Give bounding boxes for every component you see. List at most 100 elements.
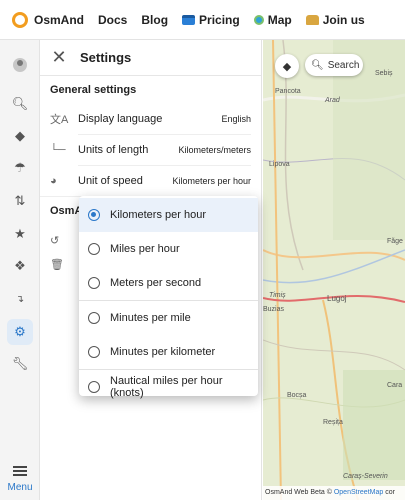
nav-pricing[interactable]: Pricing [182,13,240,27]
speed-option-label: Miles per hour [110,243,180,255]
settings-title: Settings [80,50,132,65]
nav-docs-label: Docs [98,12,128,27]
map-search-label: Search [327,59,360,71]
favorites-rail-button[interactable]: ★ [0,221,40,247]
units-of-length-label: Units of length [78,144,149,156]
account-icon [13,58,27,72]
layers-icon: ◆ [282,60,292,73]
speed-option-min-per-mile[interactable]: Minutes per mile [79,301,258,335]
favorites-icon: ★ [14,226,26,241]
units-of-length-value: Kilometers/meters [178,145,251,155]
radio-unselected-icon [88,312,100,324]
nav-join-us-label: Join us [322,12,365,27]
map-view[interactable]: ◆ 🔍︎ Search Pancota Arad Sebiș Lipova Fă… [263,40,405,500]
search-rail-button[interactable]: 🔍︎ [0,91,40,117]
attribution-suffix: cor [383,489,395,496]
town-label: Cara [387,382,403,389]
navigation-icon: ❖ [14,258,26,273]
search-icon: 🔍︎ [11,96,29,111]
speed-option-label: Meters per second [110,277,202,289]
nav-blog[interactable]: Blog [141,13,168,27]
town-label: Arad [325,97,340,104]
card-icon [182,14,196,25]
speed-option-kmh[interactable]: Kilometers per hour [79,198,258,232]
menu-icon[interactable] [13,466,27,476]
radio-unselected-icon [88,277,100,289]
nav-docs[interactable]: Docs [98,13,127,27]
town-label: Sebiș [375,70,393,77]
history-icon: ↺ [50,234,60,247]
units-of-length-row[interactable]: └─ Units of length Kilometers/meters [40,135,261,165]
speedometer-icon: ◕ [50,175,57,187]
display-language-label: Display language [78,113,163,125]
unit-of-speed-label: Unit of speed [78,175,143,187]
close-icon[interactable]: ✕ [44,47,74,68]
openstreetmap-link[interactable]: OpenStreetMap [334,489,383,496]
town-label: Lipova [269,161,290,168]
speed-option-label: Nautical miles per hour (knots) [110,375,223,399]
map-canvas [263,40,405,500]
navigation-rail-button[interactable]: ❖ [0,253,40,279]
brand-name: OsmAnd [34,12,85,27]
settings-rail-button[interactable]: ⚙ [0,319,40,345]
layers-icon: ◆ [15,128,25,143]
search-icon: 🔍︎ [311,59,324,71]
speed-option-min-per-km[interactable]: Minutes per kilometer [79,335,258,369]
map-layers-button[interactable]: ◆ [275,54,299,78]
speed-option-label: Minutes per mile [110,312,191,324]
town-label: Pancota [275,88,301,95]
route-icon: ⇅ [14,193,26,208]
account-button[interactable] [0,52,40,78]
top-navigation-bar: OsmAnd Docs Blog Pricing Map Join us [0,0,405,40]
map-search-button[interactable]: 🔍︎ Search [305,54,363,76]
route-rail-button[interactable]: ⇅ [0,188,40,214]
town-label: Reșița [323,419,343,426]
nav-blog-label: Blog [141,12,169,27]
town-label: Caraș-Severin [343,473,388,480]
weather-icon: ☂ [14,160,26,175]
radio-unselected-icon [88,243,100,255]
map-attribution: OsmAnd Web Beta © OpenStreetMap cor [263,486,405,500]
general-settings-heading: General settings [50,84,137,96]
tools-rail-button[interactable]: 🔧︎ [0,351,40,377]
nav-map[interactable]: Map [253,12,292,27]
town-label: Buzias [263,306,285,313]
speed-option-knots[interactable]: Nautical miles per hour (knots) [79,370,258,404]
tools-icon: 🔧︎ [11,356,29,371]
osmand-logo-icon [12,11,28,28]
town-label: Lugoj [327,294,347,303]
tracks-rail-button[interactable]: ↴ [0,286,40,312]
left-sidebar-rail: 🔍︎ ◆ ☂ ⇅ ★ ❖ ↴ ⚙ 🔧︎ Menu [0,40,40,500]
settings-icon: ⚙ [14,324,26,339]
radio-unselected-icon [88,381,100,393]
settings-header: ✕ Settings [40,40,261,76]
globe-icon [253,14,264,25]
speed-option-label: Minutes per kilometer [110,346,216,358]
weather-rail-button[interactable]: ☂ [0,155,40,181]
town-label: Făge [387,238,403,245]
display-language-value: English [221,114,251,124]
layers-rail-button[interactable]: ◆ [0,123,40,149]
speed-option-mph[interactable]: Miles per hour [79,232,258,266]
tracks-icon: ↴ [15,293,25,305]
hand-icon [305,14,319,25]
nav-map-label: Map [267,12,292,27]
attribution-prefix: OsmAnd Web Beta © [265,489,334,496]
ruler-icon: └─ [50,144,66,156]
speed-option-label: Kilometers per hour [110,209,206,221]
nav-pricing-label: Pricing [199,12,240,27]
radio-selected-icon [88,209,100,221]
trash-icon: 🗑︎ [50,258,64,271]
osmand-logo[interactable]: OsmAnd [12,11,85,28]
town-label: Bocșa [287,392,307,399]
unit-of-speed-row[interactable]: ◕ Unit of speed Kilometers per hour [40,166,261,196]
town-label: Timiș [269,292,286,299]
menu-label[interactable]: Menu [0,482,40,493]
translate-icon: 文A [50,114,69,126]
display-language-row[interactable]: 文A Display language English [40,104,261,134]
speed-option-mps[interactable]: Meters per second [79,266,258,300]
unit-of-speed-dropdown: Kilometers per hour Miles per hour Meter… [79,196,258,399]
nav-join-us[interactable]: Join us [305,12,365,27]
unit-of-speed-value: Kilometers per hour [172,176,251,186]
radio-unselected-icon [88,346,100,358]
